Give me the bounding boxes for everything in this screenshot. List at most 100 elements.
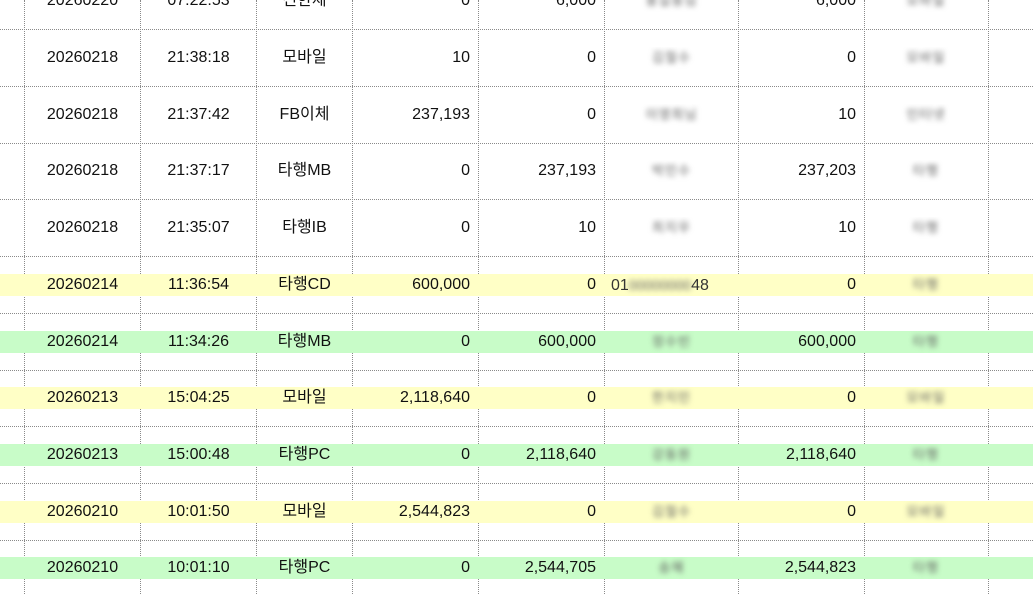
deposit-amount-cell: 0 (587, 276, 596, 293)
date-cell: 20260214 (46, 333, 119, 350)
time-cell: 21:37:17 (167, 162, 230, 179)
withdraw-amount-cell: 0 (461, 219, 470, 236)
redacted-text: 타행 (913, 277, 939, 292)
type-cell: 타행MB (277, 162, 332, 179)
balance-cell: 0 (847, 503, 856, 520)
branch-cell: 타행 (865, 557, 987, 579)
memo-suffix: 48 (691, 277, 709, 294)
time-cell: 10:01:50 (167, 503, 230, 520)
redacted-text: 김철수 (652, 504, 691, 519)
date-cell: 20260218 (46, 219, 119, 236)
date-cell: 20260213 (46, 446, 119, 463)
redacted-text: 타행 (913, 560, 939, 575)
date-cell: 20260214 (46, 276, 119, 293)
balance-cell: 10 (838, 219, 856, 236)
memo-cell: 010000000048 (605, 274, 738, 296)
type-cell: 신한체 (282, 0, 327, 9)
date-cell: 20260213 (46, 389, 119, 406)
deposit-amount-cell: 2,118,640 (526, 446, 596, 463)
balance-cell: 0 (847, 276, 856, 293)
type-cell: 타행IB (282, 219, 327, 236)
redacted-text: 최지우 (652, 220, 691, 235)
balance-cell: 2,544,823 (784, 559, 856, 576)
date-cell: 20260210 (46, 559, 119, 576)
withdraw-amount-cell: 0 (461, 162, 470, 179)
branch-cell: 모바일 (865, 0, 987, 12)
type-cell: 타행MB (277, 333, 332, 350)
memo-cell: 강동원 (605, 444, 738, 466)
redacted-text: 박민수 (652, 163, 691, 178)
redacted-text: 타행 (913, 163, 939, 178)
table-row[interactable]: 20260218 21:37:42 FB이체 237,193 0 이영희님 10 인터넷 (0, 87, 1033, 144)
redacted-text: 김철수 (652, 50, 691, 65)
type-cell: 모바일 (282, 49, 327, 66)
redacted-text: 타행 (913, 220, 939, 235)
deposit-amount-cell: 0 (587, 389, 596, 406)
balance-cell: 237,203 (798, 162, 856, 179)
date-cell: 20260220 (46, 0, 119, 9)
table-row[interactable]: 20260218 21:37:17 타행MB 0 237,193 박민수 237,203 타행 (0, 143, 1033, 200)
redacted-text: 모바일 (906, 504, 946, 519)
table-row[interactable]: 20260213 15:04:25 모바일 2,118,640 0 한지민 0 모바일 (0, 370, 1033, 427)
memo-cell: 김철수 (605, 501, 738, 523)
table-row[interactable]: 20260218 21:38:18 모바일 10 0 김철수 0 모바일 (0, 30, 1033, 87)
transaction-sheet: 20260220 07:22:53 신한체 0 6,000 홍길동님 6,000 모바일 202… (0, 0, 1033, 594)
time-cell: 21:37:42 (167, 106, 230, 123)
branch-cell: 타행 (865, 217, 987, 239)
balance-cell: 10 (838, 106, 856, 123)
deposit-amount-cell: 6,000 (555, 0, 596, 9)
memo-cell: 홍길동님 (605, 0, 738, 12)
deposit-amount-cell: 2,544,705 (524, 559, 596, 576)
redacted-text: 타행 (913, 447, 939, 462)
redacted-text: 한지민 (652, 390, 691, 405)
branch-cell: 모바일 (865, 501, 987, 523)
redacted-text: 송혜 (658, 560, 685, 575)
time-cell: 11:34:26 (167, 333, 230, 350)
redacted-text: 이영희님 (645, 107, 698, 122)
memo-cell: 이영희님 (605, 104, 738, 126)
type-cell: 타행CD (278, 276, 331, 293)
branch-cell: 타행 (865, 444, 987, 466)
time-cell: 21:38:18 (167, 49, 230, 66)
withdraw-amount-cell: 2,544,823 (398, 503, 470, 520)
branch-cell: 모바일 (865, 47, 987, 69)
redacted-text: 강동원 (652, 447, 691, 462)
withdraw-amount-cell: 237,193 (412, 106, 470, 123)
table-row[interactable]: 20260218 21:35:07 타행IB 0 10 최지우 10 타행 (0, 200, 1033, 257)
type-cell: FB이체 (279, 106, 330, 123)
withdraw-amount-cell: 0 (461, 559, 470, 576)
time-cell: 21:35:07 (167, 219, 230, 236)
redacted-text: 타행 (913, 334, 939, 349)
redacted-text: 홍길동님 (645, 0, 698, 8)
memo-cell: 김철수 (605, 47, 738, 69)
branch-cell: 타행 (865, 331, 987, 353)
date-cell: 20260218 (46, 162, 119, 179)
redacted-text: 모바일 (906, 50, 946, 65)
deposit-amount-cell: 600,000 (538, 333, 596, 350)
withdraw-amount-cell: 600,000 (412, 276, 470, 293)
time-cell: 07:22:53 (167, 0, 230, 9)
type-cell: 타행PC (278, 559, 331, 576)
table-row[interactable]: 20260220 07:22:53 신한체 0 6,000 홍길동님 6,000 모바일 (0, 0, 1033, 30)
redacted-text: 정수빈 (652, 334, 691, 349)
table-row[interactable]: 20260210 10:01:50 모바일 2,544,823 0 김철수 0 모바일 (0, 484, 1033, 541)
table-row[interactable]: 20260210 10:01:10 타행PC 0 2,544,705 송혜 2,544,82… (0, 540, 1033, 594)
withdraw-amount-cell: 10 (452, 49, 470, 66)
time-cell: 15:04:25 (167, 389, 230, 406)
date-cell: 20260210 (46, 503, 119, 520)
type-cell: 모바일 (282, 389, 327, 406)
time-cell: 15:00:48 (167, 446, 230, 463)
branch-cell: 인터넷 (865, 104, 987, 126)
date-cell: 20260218 (46, 106, 119, 123)
withdraw-amount-cell: 0 (461, 446, 470, 463)
table-row[interactable]: 20260213 15:00:48 타행PC 0 2,118,640 강동원 2,118,6… (0, 427, 1033, 484)
table-row[interactable]: 20260214 11:36:54 타행CD 600,000 0 010000000048… (0, 257, 1033, 314)
table-row[interactable]: 20260214 11:34:26 타행MB 0 600,000 정수빈 600,000 타행 (0, 314, 1033, 371)
time-cell: 10:01:10 (167, 559, 230, 576)
redacted-text: 모바일 (906, 390, 946, 405)
memo-prefix: 01 (611, 277, 629, 294)
memo-cell: 송혜 (605, 557, 738, 579)
time-cell: 11:36:54 (167, 276, 230, 293)
withdraw-amount-cell: 2,118,640 (400, 389, 470, 406)
deposit-amount-cell: 0 (587, 49, 596, 66)
